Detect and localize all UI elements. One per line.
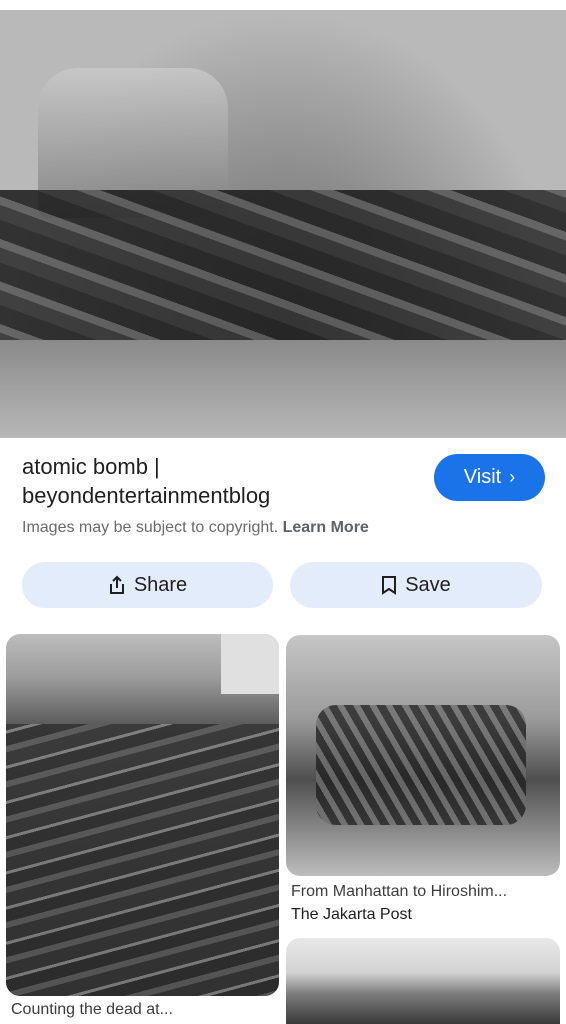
chevron-right-icon: ›	[509, 467, 516, 487]
related-image-1[interactable]	[6, 634, 279, 996]
learn-more-link[interactable]: Learn More	[283, 519, 369, 536]
related-image-2-wreck	[316, 705, 526, 825]
related-caption-1[interactable]: Counting the dead at...	[11, 1001, 173, 1019]
related-image-2[interactable]	[286, 635, 560, 876]
related-source-2: The Jakarta Post	[291, 906, 412, 923]
result-title[interactable]: atomic bomb | beyondentertainmentblog	[22, 452, 402, 510]
related-image-1-building	[221, 634, 279, 694]
bookmark-icon	[381, 575, 397, 595]
copyright-text: Images may be subject to copyright.	[22, 519, 279, 536]
related-image-3[interactable]	[286, 938, 560, 1024]
main-image[interactable]	[0, 10, 566, 438]
main-image-ground	[0, 340, 566, 438]
share-button[interactable]: Share	[22, 562, 273, 608]
save-label: Save	[405, 573, 451, 596]
related-caption-2[interactable]: From Manhattan to Hiroshim...	[291, 883, 507, 901]
share-label: Share	[133, 573, 188, 596]
related-image-1-debris	[6, 724, 279, 996]
visit-label: Visit	[463, 466, 502, 488]
copyright-notice: Images may be subject to copyright. Lear…	[22, 519, 369, 537]
visit-button[interactable]: Visit ›	[434, 454, 545, 501]
share-icon	[108, 575, 126, 595]
save-button[interactable]: Save	[290, 562, 542, 608]
